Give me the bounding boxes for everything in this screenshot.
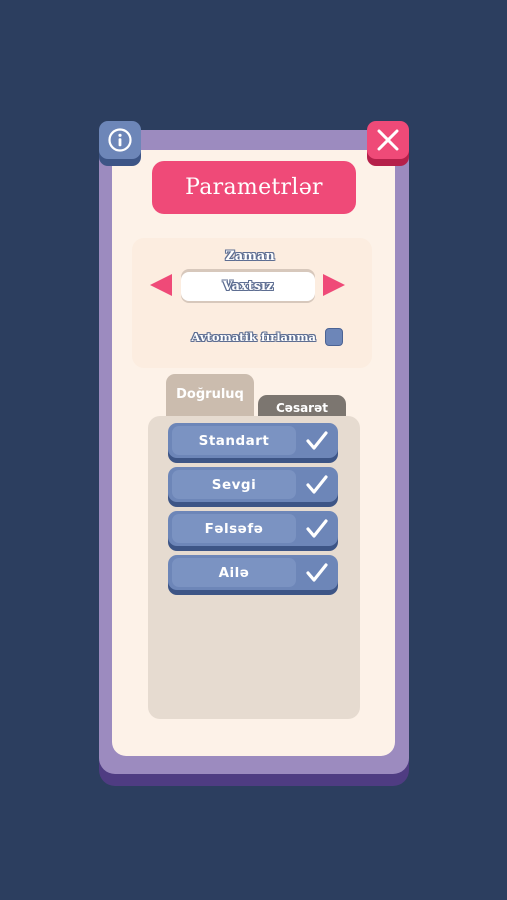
pack-label: Sevgi	[172, 470, 296, 499]
info-icon	[108, 128, 132, 152]
triangle-right-icon[interactable]	[323, 274, 345, 296]
checkmark-icon[interactable]	[301, 425, 333, 456]
close-button[interactable]	[367, 121, 409, 159]
checkmark-icon[interactable]	[301, 513, 333, 544]
pack-row-standard[interactable]: Standart	[168, 423, 338, 463]
auto-rotate-label: Avtomatik fırlanma	[191, 330, 316, 344]
pack-label: Fəlsəfə	[172, 514, 296, 543]
checkmark-icon[interactable]	[301, 557, 333, 588]
tab-truth[interactable]: Doğruluq	[166, 374, 254, 420]
triangle-left-icon[interactable]	[150, 274, 172, 296]
close-icon	[377, 129, 399, 151]
settings-screen: Parametrlər Zaman Vaxtsız Avtomatik fırl…	[0, 0, 507, 900]
auto-rotate-checkbox[interactable]	[325, 328, 343, 346]
pack-row-family[interactable]: Ailə	[168, 555, 338, 595]
checkmark-icon[interactable]	[301, 469, 333, 500]
pack-label: Ailə	[172, 558, 296, 587]
pack-row-love[interactable]: Sevgi	[168, 467, 338, 507]
pack-row-philosophy[interactable]: Fəlsəfə	[168, 511, 338, 551]
info-button[interactable]	[99, 121, 141, 159]
time-label: Zaman	[225, 249, 275, 264]
dialog-title: Parametrlər	[152, 161, 356, 214]
pack-label: Standart	[172, 426, 296, 455]
time-value: Vaxtsız	[181, 272, 315, 301]
